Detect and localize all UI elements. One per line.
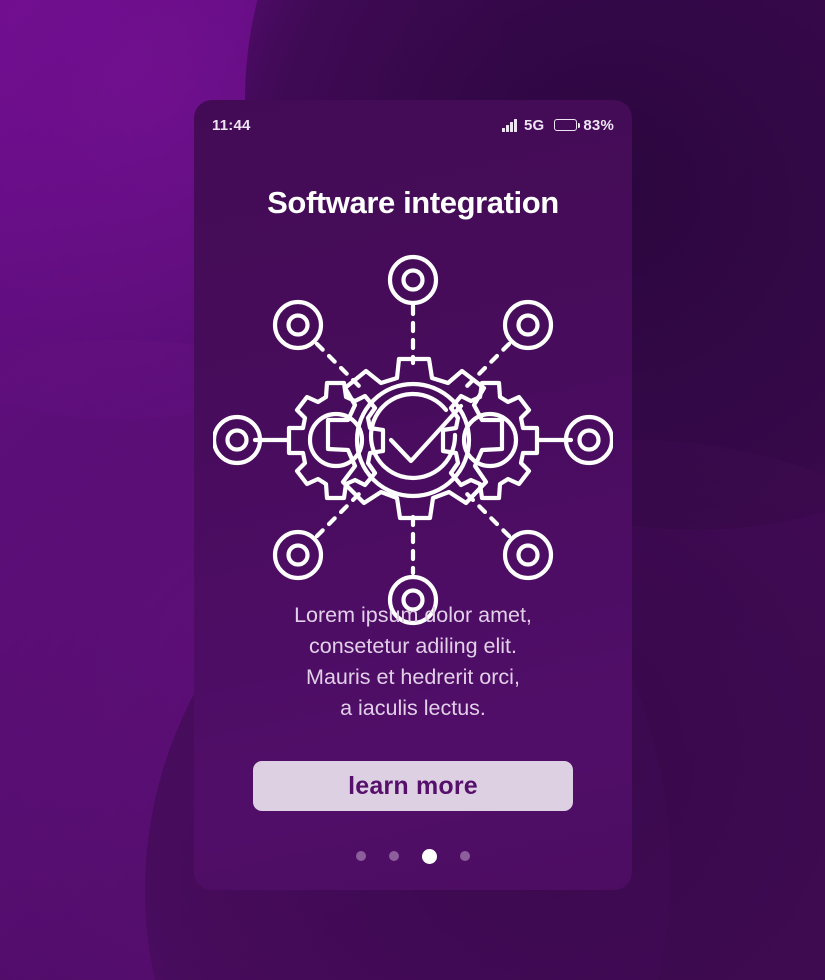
battery-percent-label: 83% xyxy=(583,116,614,134)
page-title: Software integration xyxy=(267,185,559,220)
gear-right xyxy=(440,380,540,501)
body-line-4: a iaculis lectus. xyxy=(340,696,486,720)
pagination-dot-1[interactable] xyxy=(356,851,366,861)
status-bar: 11:44 5G 83% xyxy=(194,110,632,140)
software-integration-illustration xyxy=(213,240,613,640)
learn-more-button[interactable]: learn more xyxy=(253,761,573,811)
signal-bars-icon xyxy=(502,118,517,132)
body-line-1: Lorem ipsum dolor amet, xyxy=(294,603,532,627)
node-bottom-right xyxy=(502,529,554,581)
body-line-3: Mauris et hedrerit orci, xyxy=(306,665,520,689)
gear-center xyxy=(325,356,505,521)
node-top xyxy=(387,254,439,306)
status-bar-indicators: 5G 83% xyxy=(502,117,614,134)
network-type-label: 5G xyxy=(523,116,545,134)
status-bar-time: 11:44 xyxy=(212,116,251,134)
pagination-dots xyxy=(194,848,632,864)
pagination-dot-3[interactable] xyxy=(422,848,437,864)
node-top-left xyxy=(272,299,324,351)
battery-icon xyxy=(554,119,581,131)
node-bottom-left xyxy=(272,529,324,581)
pagination-dot-2[interactable] xyxy=(389,851,399,861)
gear-left xyxy=(286,380,386,501)
node-top-right xyxy=(502,299,554,351)
body-line-2: consetetur adiling elit. xyxy=(309,634,517,658)
phone-mockup-card: 11:44 5G 83% Software integration Lorem … xyxy=(194,100,632,890)
pagination-dot-4[interactable] xyxy=(460,851,470,861)
body-text: Lorem ipsum dolor amet, consetetur adili… xyxy=(216,600,610,724)
